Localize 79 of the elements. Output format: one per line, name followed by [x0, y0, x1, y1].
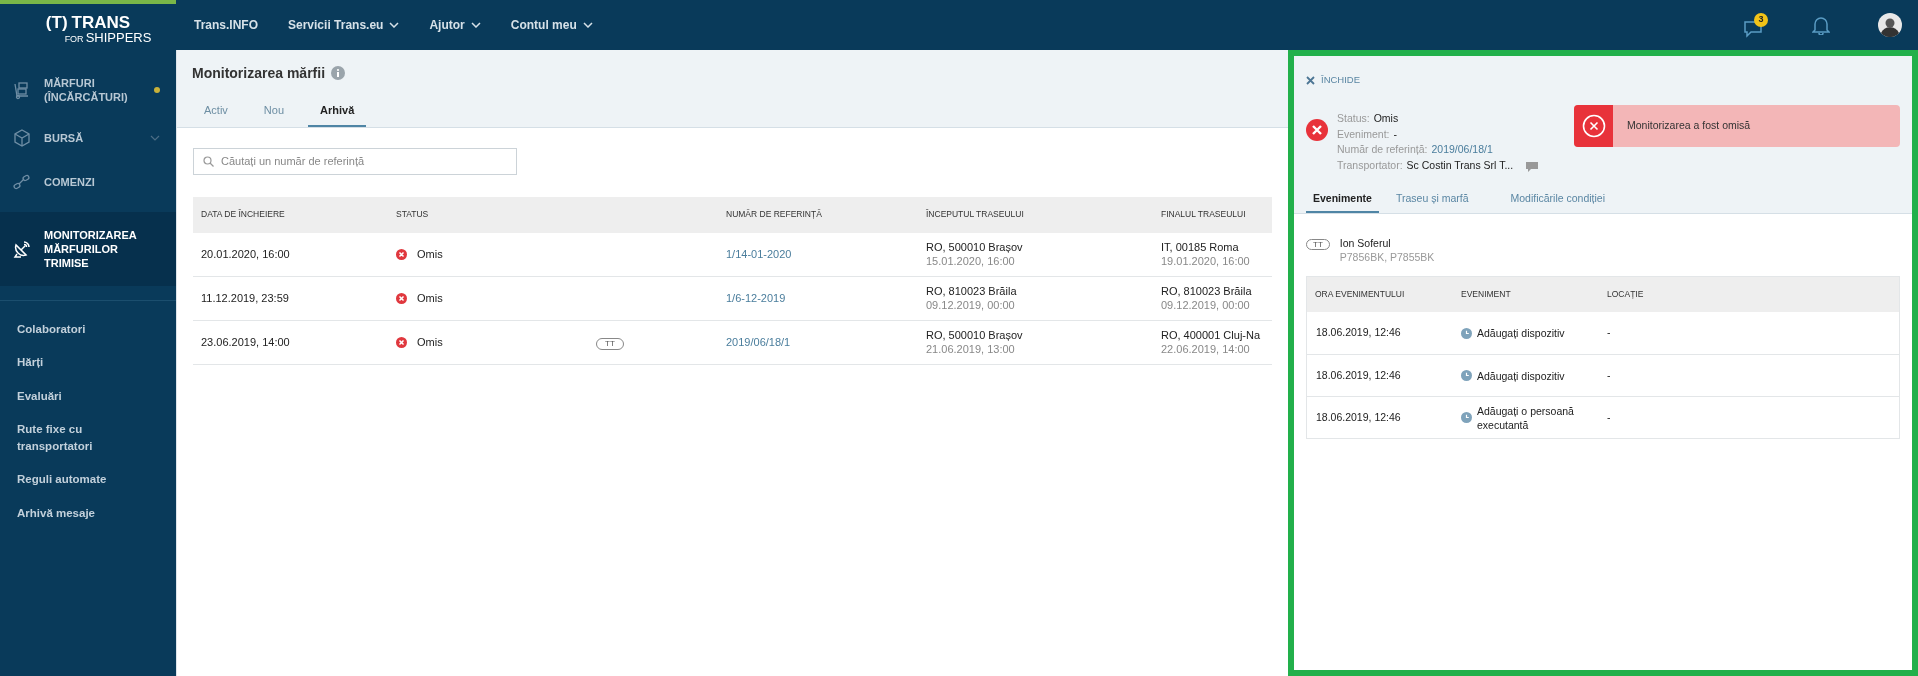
close-button[interactable]: ÎNCHIDE: [1306, 73, 1361, 88]
status-text: Omis: [417, 246, 443, 262]
page-title: Monitorizarea mărfii: [192, 63, 326, 83]
column-header: DATA DE ÎNCHEIERE: [200, 208, 286, 221]
route-date: 15.01.2020, 16:00: [926, 254, 1016, 268]
column-header: FINALUL TRASEULUI: [1160, 208, 1247, 221]
sidebar-link[interactable]: Evaluări: [0, 379, 176, 413]
table-cell-text: 11.12.2019, 23:59: [200, 290, 290, 306]
sidebar-link[interactable]: Arhivă mesaje: [0, 496, 176, 530]
route-place: RO, 810023 Brăila: [1161, 284, 1253, 298]
logo-shippers: SHIPPERS: [85, 31, 152, 44]
column-header: NUMĂR DE REFERINȚĂ: [725, 208, 823, 221]
event-text: Adăugați o persoană executantă: [1477, 403, 1575, 432]
status-text: Omis: [417, 290, 443, 306]
message-count-badge: 3: [1754, 12, 1768, 27]
top-menu-item[interactable]: Servicii Trans.eu: [288, 16, 400, 34]
sidebar-item[interactable]: COMENZI: [0, 160, 176, 204]
column-header: LOCAȚIE: [1606, 288, 1645, 301]
logo-mark: (T): [45, 14, 68, 31]
field-label: Status:: [1337, 111, 1370, 127]
column-header: ORA EVENIMENTULUI: [1314, 288, 1406, 301]
messages-button[interactable]: 3: [1743, 12, 1768, 38]
sidebar-link[interactable]: Hărți: [0, 346, 176, 380]
route-place: RO, 500010 Brașov: [926, 240, 1024, 254]
field-value: -: [1393, 126, 1398, 142]
field-label: Eveniment:: [1337, 126, 1390, 142]
table-cell-text: -: [1606, 367, 1612, 383]
table-cell-text: 18.06.2019, 12:46: [1315, 409, 1402, 425]
tab[interactable]: Arhivă: [308, 102, 367, 127]
logo-brand: TRANS: [71, 14, 131, 31]
table-cell-text: 18.06.2019, 12:46: [1315, 325, 1402, 341]
top-menu-item[interactable]: Ajutor: [429, 16, 481, 34]
alert-text: Monitorizarea a fost omisă: [1627, 118, 1751, 134]
reference-link[interactable]: 2019/06/18/1: [718, 333, 918, 351]
route-date: 21.06.2019, 13:00: [926, 342, 1016, 356]
route-place: RO, 500010 Brașov: [926, 328, 1024, 342]
top-menu-item[interactable]: Trans.INFO: [194, 16, 258, 34]
search-field[interactable]: Căutați un număr de referință: [193, 147, 517, 175]
reference-link[interactable]: 1/14-01-2020: [718, 245, 918, 263]
sidebar-item[interactable]: MONITORIZAREA MĂRFURILOR TRIMISE: [0, 212, 176, 286]
event-text: Adăugați dispozitiv: [1477, 368, 1566, 383]
sidebar-item[interactable]: MĂRFURI (ÎNCĂRCĂTURI): [0, 64, 176, 116]
sidebar-link[interactable]: Colaboratori: [0, 313, 176, 347]
sidebar-item[interactable]: BURSĂ: [0, 116, 176, 160]
route-date: 09.12.2019, 00:00: [926, 298, 1016, 312]
route-date: 22.06.2019, 14:00: [1161, 342, 1251, 356]
field-value: Sc Costin Trans Srl T...: [1406, 157, 1514, 173]
field-label: Număr de referință:: [1337, 142, 1428, 158]
column-header: ÎNCEPUTUL TRASEULUI: [925, 208, 1025, 221]
driver-name: Ion Soferul: [1339, 236, 1392, 250]
table-row[interactable]: 20.01.2020, 16:00 Omis 1/14-01-2020 RO, 500010 Brașov 15.01.2020, 16:00 IT, 00185 Roma 19.01.2020, 16:00: [193, 232, 1272, 277]
route-place: IT, 00185 Roma: [1161, 240, 1240, 254]
column-header: STATUS: [395, 208, 430, 221]
field-label: Transportator:: [1337, 157, 1403, 173]
table-row[interactable]: 23.06.2019, 14:00 Omis TT 2019/06/18/1 RO, 500010 Brașov 21.06.2019, 13:00 RO, 400001 Cluj-Na 22.06.2019, 14:00: [193, 320, 1272, 365]
sidebar-link[interactable]: Rute fixe cu transportatori: [0, 412, 176, 464]
route-place: RO, 400001 Cluj-Na: [1161, 328, 1262, 342]
table-cell-text: 23.06.2019, 14:00: [200, 334, 291, 350]
field-value: Omis: [1373, 111, 1399, 127]
table-cell-text: -: [1606, 409, 1612, 425]
route-date: 09.12.2019, 00:00: [1161, 298, 1251, 312]
tab[interactable]: Evenimente: [1306, 191, 1379, 213]
table-cell-text: 20.01.2020, 16:00: [200, 246, 291, 262]
vehicle-plates: P7856BK, P7855BK: [1339, 250, 1435, 264]
event-text: Adăugați dispozitiv: [1477, 326, 1566, 340]
sidebar-link[interactable]: Reguli automate: [0, 463, 176, 497]
top-menu-item[interactable]: Contul meu: [510, 16, 593, 34]
status-text: Omis: [417, 334, 443, 350]
reference-link[interactable]: 1/6-12-2019: [718, 289, 918, 307]
route-place: RO, 810023 Brăila: [926, 284, 1018, 298]
table-cell-text: -: [1606, 325, 1612, 341]
column-header: EVENIMENT: [1460, 288, 1512, 301]
logo-for: FOR: [64, 35, 84, 44]
table-row[interactable]: 11.12.2019, 23:59 Omis 1/6-12-2019 RO, 810023 Brăila 09.12.2019, 00:00 RO, 810023 Brăila 09.12.2019, 00:00: [193, 276, 1272, 321]
reference-link[interactable]: 2019/06/18/1: [1431, 142, 1493, 158]
route-date: 19.01.2020, 16:00: [1161, 254, 1251, 268]
table-cell-text: 18.06.2019, 12:46: [1315, 367, 1402, 383]
tab[interactable]: Modificările condiției: [1503, 191, 1613, 213]
tab[interactable]: Traseu și marfă: [1388, 191, 1476, 213]
